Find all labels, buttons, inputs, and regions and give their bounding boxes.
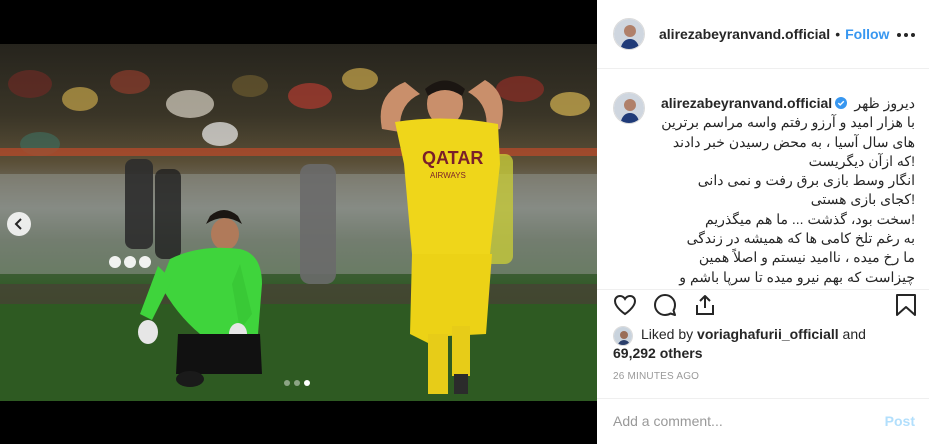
bookmark-icon [896,294,916,316]
avatar-image [614,93,644,123]
liked-by-text: Liked by voriaghafurii_officiall and [641,325,866,344]
carousel-dot-active [304,380,310,386]
likes-summary: Liked by voriaghafurii_officiall and 69,… [613,325,923,365]
caption-line: با هزار امید و آرزو رفتم واسه مراسم برتر… [661,114,915,131]
comment-input[interactable] [613,411,863,431]
caption-line: ما رخ میده ، ناامید نیستم و اصلاً همین [698,249,915,266]
carousel-dot [294,380,300,386]
more-horizontal-icon-dot [911,33,915,37]
caption-line: های سال آسیا ، به محض رسیدن خبر دادند [672,133,915,150]
liked-by-conjunction: and [838,326,866,342]
caption-line: !سخت بود، گذشت ... ما هم میگذریم [704,210,915,227]
instagram-post-modal: QATAR AIRWAYS alirezabeyranvand.official… [0,0,929,444]
carousel-dot [284,380,290,386]
action-bar [597,290,929,322]
header-separator: • [835,26,841,42]
liker-username-link[interactable]: voriaghafurii_officiall [697,326,839,342]
post-details-pane: alirezabeyranvand.official • Follow alir… [597,0,929,444]
comments-section[interactable]: alirezabeyranvand.official دیروز ظهر با … [597,70,929,290]
post-header: alirezabeyranvand.official • Follow [597,0,929,69]
caption-line: چیزاست که بهم نیرو میده تا سرپا باشم و [679,268,915,285]
caption-line: به رغم تلخ کامی ها که همیشه در زندگی [686,230,915,247]
comment-button[interactable] [653,293,677,322]
svg-text:QATAR: QATAR [422,148,483,168]
svg-text:AIRWAYS: AIRWAYS [430,171,466,180]
photo-scene: QATAR AIRWAYS [0,68,597,401]
liked-by-prefix: Liked by [641,326,698,342]
likes-others-link[interactable]: 69,292 others [613,344,703,363]
avatar-image [614,19,644,49]
carousel-prev-button[interactable] [7,212,31,236]
more-horizontal-icon [897,33,901,37]
caption-line: !کجای بازی هستی [810,191,915,208]
caption-line: انگار وسط بازی برق رفت و نمی دانی [697,172,915,189]
caption-line: دیروز ظهر [854,95,915,111]
share-icon [696,295,714,315]
follow-button[interactable]: Follow [845,26,889,42]
caption-username-link[interactable]: alirezabeyranvand.official [661,95,832,111]
add-comment-bar: Post [597,398,929,444]
verified-badge-icon [835,97,848,109]
media-pane: QATAR AIRWAYS [0,0,597,444]
caption-avatar[interactable] [613,92,645,124]
liker-avatar[interactable] [613,326,633,346]
heart-icon [613,294,637,316]
post-photo[interactable]: QATAR AIRWAYS [0,44,597,401]
caption: alirezabeyranvand.official دیروز ظهر با … [661,94,915,287]
header-username-link[interactable]: alirezabeyranvand.official [659,26,830,42]
post-comment-button[interactable]: Post [885,413,915,429]
caption-first-line: alirezabeyranvand.official دیروز ظهر [661,94,915,113]
chevron-left-icon [14,218,22,230]
avatar[interactable] [613,18,645,50]
like-button[interactable] [613,293,637,322]
more-horizontal-icon-dot [904,33,908,37]
more-options-button[interactable] [897,26,915,44]
carousel-indicator [284,380,310,386]
post-timestamp[interactable]: 26 MINUTES AGO [613,371,699,382]
share-button[interactable] [693,293,717,322]
caption-line: !که ازآن دیگریست [808,152,915,169]
save-button[interactable] [895,293,917,322]
comment-icon [654,294,676,316]
